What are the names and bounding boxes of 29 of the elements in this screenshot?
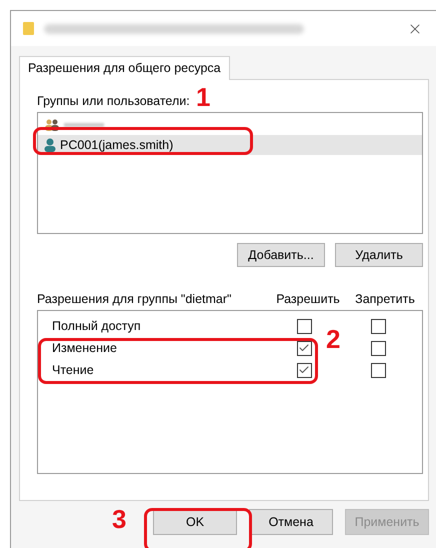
callout-number: 3 [112, 506, 126, 532]
checkbox[interactable] [370, 362, 386, 378]
check-icon [298, 342, 310, 354]
checkbox[interactable] [296, 362, 312, 378]
add-button[interactable]: Добавить... [237, 243, 325, 267]
column-header: Запретить [354, 290, 416, 308]
checkbox[interactable] [296, 340, 312, 356]
cancel-button[interactable]: Отмена [249, 509, 333, 535]
permission-name: Полный доступ [51, 318, 142, 335]
check-icon [298, 364, 310, 376]
blurred-name-bar [64, 123, 104, 127]
groups-label: Группы или пользователи: [37, 93, 190, 108]
callout-number: 1 [196, 84, 210, 110]
user-list-item[interactable]: PC001(james.smith) [38, 135, 422, 155]
permissions-label: Разрешения для группы "dietmar" [37, 290, 232, 308]
permission-name: Чтение [51, 362, 95, 379]
ok-button[interactable]: OK [153, 509, 237, 535]
tab[interactable]: Разрешения для общего ресурса [19, 56, 230, 80]
checkbox[interactable] [370, 318, 386, 334]
remove-button[interactable]: Удалить [335, 243, 423, 267]
permission-name: Изменение [51, 340, 118, 357]
checkbox[interactable] [296, 318, 312, 334]
user-icon [44, 138, 56, 152]
column-header: Разрешить [275, 290, 341, 308]
users-icon [44, 119, 60, 131]
folder-icon [23, 22, 34, 35]
user-name: PC001(james.smith) [60, 136, 174, 154]
callout-number: 2 [326, 326, 340, 352]
checkbox[interactable] [370, 340, 386, 356]
